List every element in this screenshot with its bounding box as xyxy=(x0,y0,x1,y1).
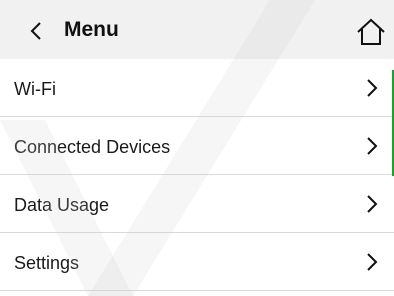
menu-screen: Menu Wi-Fi Connected Devices Data Usage … xyxy=(0,0,394,296)
chevron-right-icon xyxy=(367,253,378,271)
menu-item-label: Connected Devices xyxy=(14,137,171,157)
chevron-left-icon[interactable] xyxy=(30,22,42,40)
page-title: Menu xyxy=(64,18,119,41)
menu-header: Menu xyxy=(0,0,394,59)
menu-item-wifi[interactable]: Wi-Fi xyxy=(0,59,394,117)
chevron-right-icon xyxy=(367,195,378,213)
menu-item-data-usage[interactable]: Data Usage xyxy=(0,175,394,233)
menu-item-settings[interactable]: Settings xyxy=(0,233,394,291)
chevron-right-icon xyxy=(367,137,378,155)
chevron-right-icon xyxy=(367,79,378,97)
home-icon[interactable] xyxy=(356,18,386,46)
menu-item-label: Data Usage xyxy=(14,195,110,215)
menu-item-label: Settings xyxy=(14,253,80,273)
menu-item-connected-devices[interactable]: Connected Devices xyxy=(0,117,394,175)
menu-item-label: Wi-Fi xyxy=(14,79,56,99)
